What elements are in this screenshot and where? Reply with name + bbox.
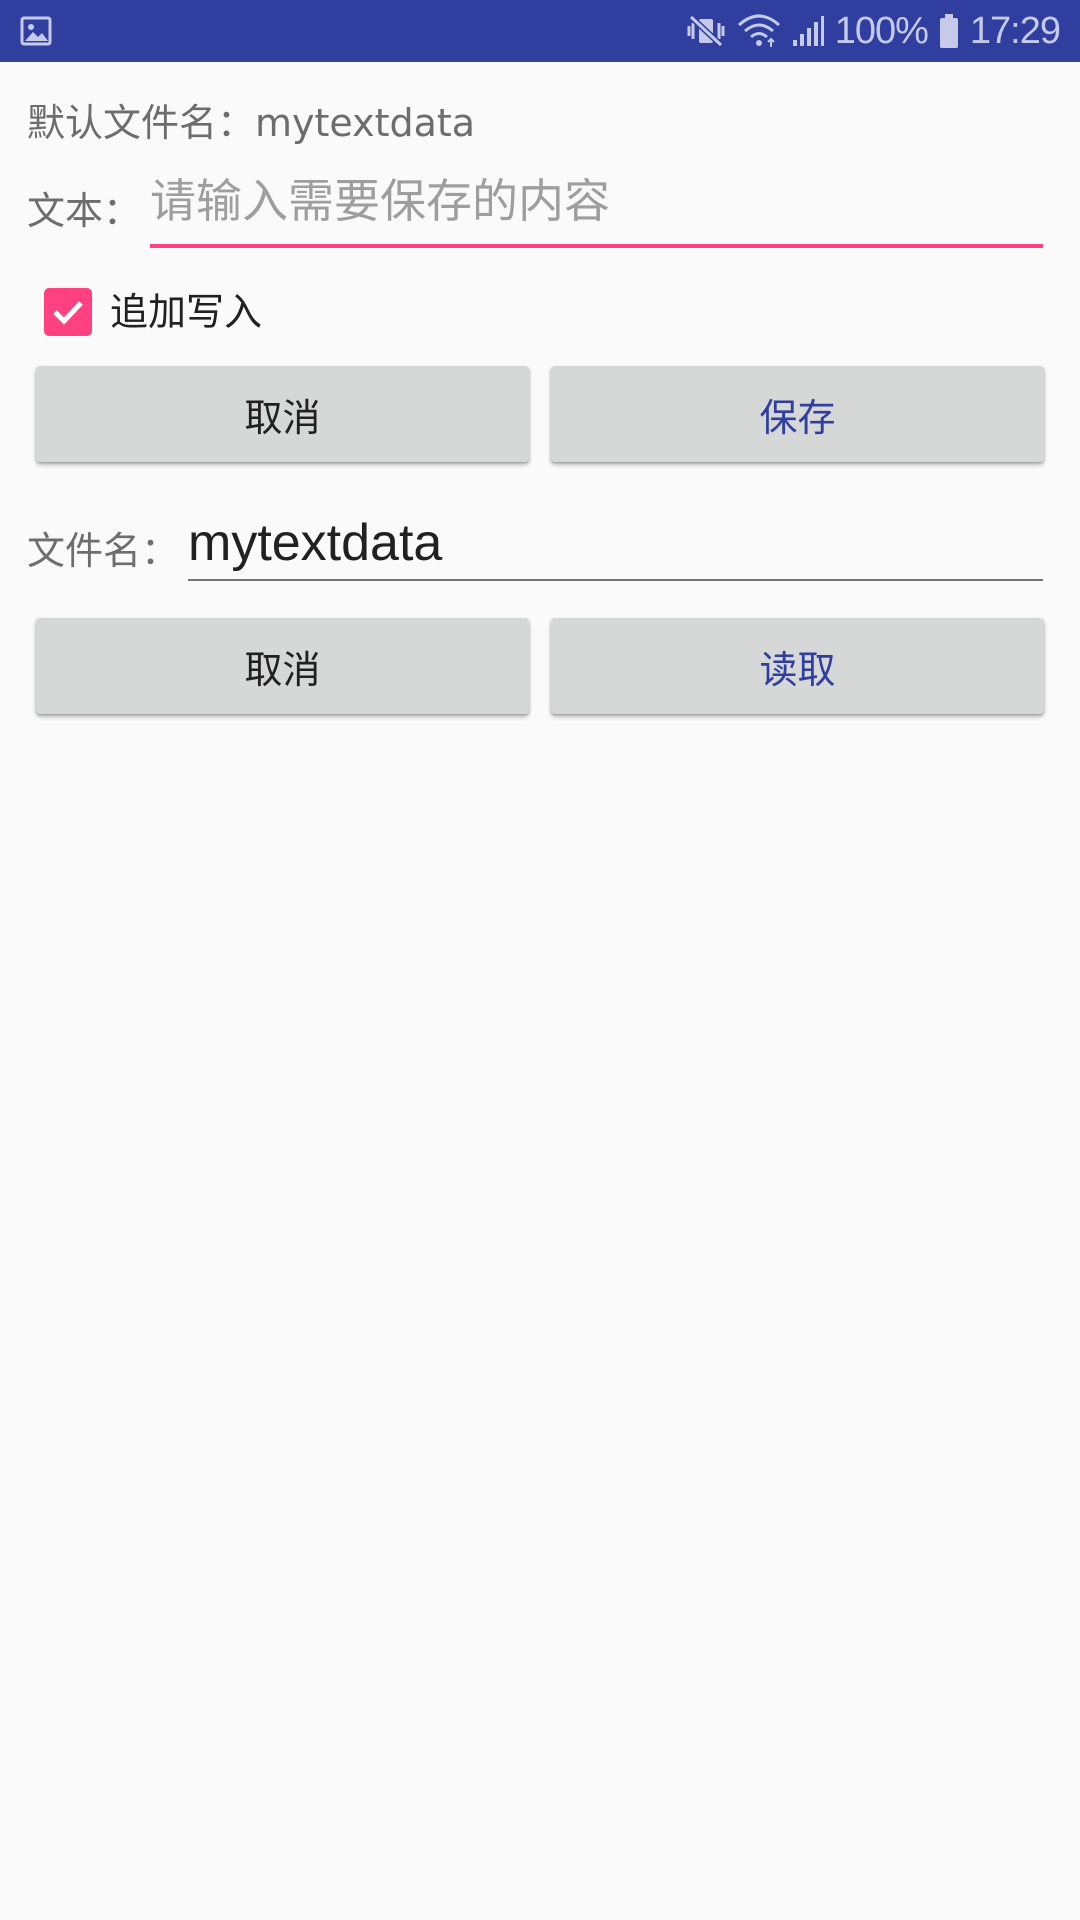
cancel-button[interactable]: 取消 <box>36 366 529 462</box>
text-input-underline <box>150 244 1043 248</box>
filename-input[interactable] <box>188 510 1043 576</box>
text-label: 文本： <box>27 189 142 233</box>
checkmark-icon <box>53 301 83 325</box>
text-input[interactable] <box>150 172 1043 230</box>
status-time: 17:29 <box>969 9 1061 52</box>
save-button[interactable]: 保存 <box>551 366 1044 462</box>
battery-icon <box>938 13 960 49</box>
gallery-icon <box>20 15 52 51</box>
default-filename-label: 默认文件名：mytextdata <box>27 101 476 145</box>
wifi-icon <box>737 13 781 49</box>
append-checkbox[interactable] <box>44 288 92 336</box>
mute-vibrate-icon <box>687 13 727 49</box>
battery-percent: 100% <box>834 9 929 52</box>
filename-label: 文件名： <box>27 529 180 573</box>
cancel-read-button[interactable]: 取消 <box>36 618 529 714</box>
append-checkbox-label[interactable]: 追加写入 <box>110 288 262 336</box>
read-button[interactable]: 读取 <box>551 618 1044 714</box>
filename-input-underline <box>188 579 1043 581</box>
status-bar: 100% 17:29 <box>0 0 1080 62</box>
signal-icon <box>791 14 825 48</box>
